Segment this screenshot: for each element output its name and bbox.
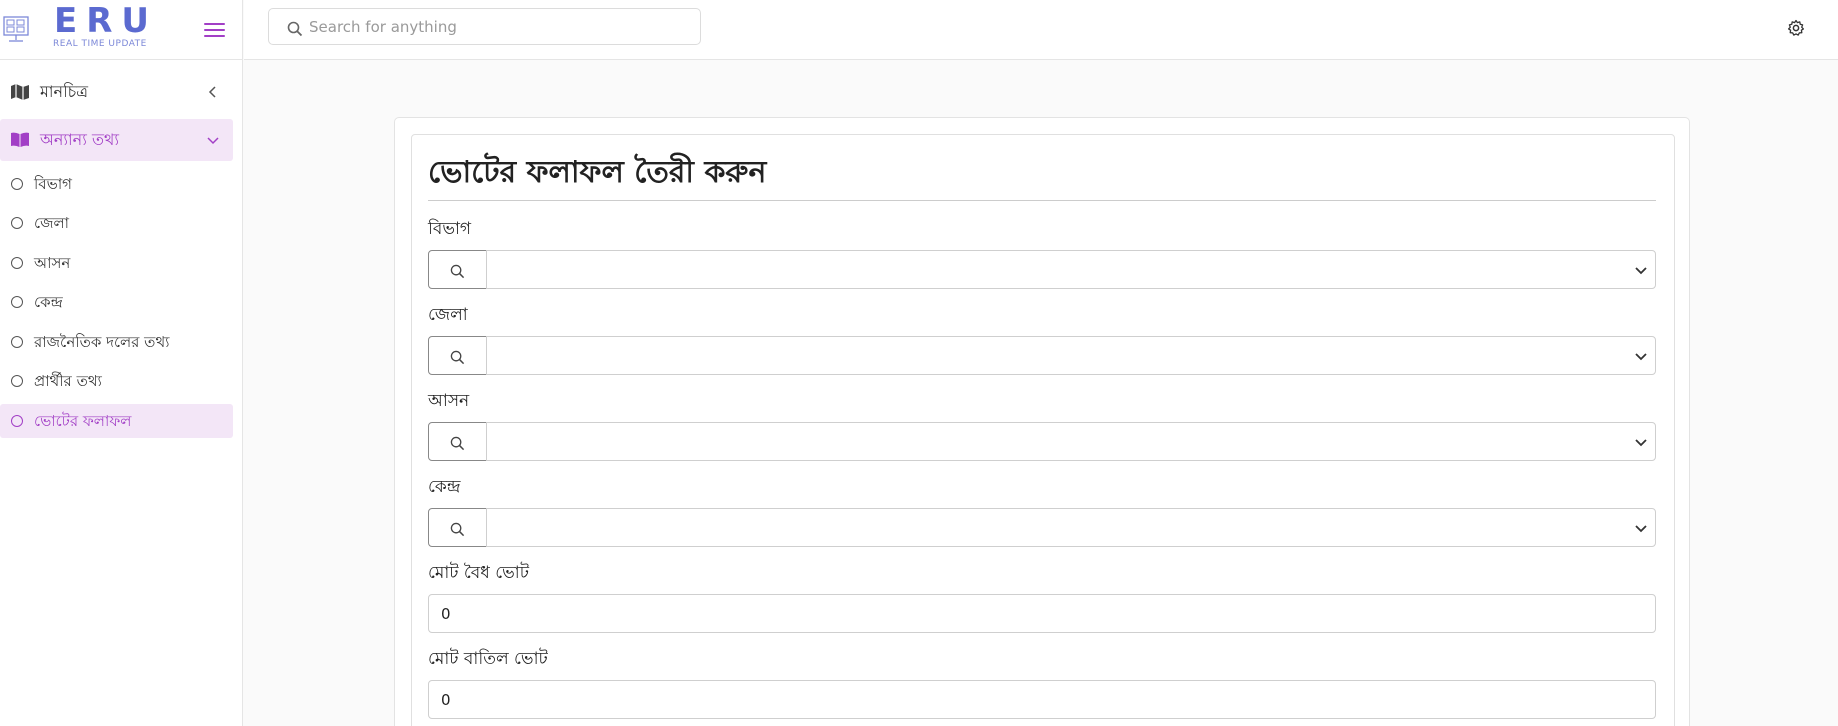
sidebar-subitem-vote-result[interactable]: ভোটের ফলাফল [0,404,233,438]
gear-icon[interactable] [1787,19,1805,37]
circle-icon [11,415,23,427]
sidebar-subitem-label: রাজনৈতিক দলের তথ্য [34,333,170,351]
chevron-down-icon [1635,353,1647,361]
center-label: কেন্দ্র [428,477,461,497]
sidebar-subitem-candidate-info[interactable]: প্রার্থীর তথ্য [0,364,233,398]
valid-votes-input[interactable] [428,594,1656,633]
sidebar-subitem-seat[interactable]: আসন [0,246,233,280]
chevron-down-icon [1635,525,1647,533]
circle-icon [11,257,23,269]
circle-icon [11,375,23,387]
search-input[interactable] [309,15,689,39]
sidebar-subitem-label: জেলা [34,214,70,232]
seat-select[interactable] [486,422,1656,461]
title-divider [428,200,1656,201]
chevron-down-icon [1635,267,1647,275]
menu-toggle-icon[interactable] [204,23,225,39]
chevron-down-icon [1635,439,1647,447]
sidebar: ERU REAL TIME UPDATE মানচিত্র অন্যান্য ত… [0,0,243,726]
sidebar-subitem-division[interactable]: বিভাগ [0,167,233,201]
center-select-group [428,508,1656,547]
global-search [268,8,701,45]
sidebar-item-map[interactable]: মানচিত্র [0,71,233,113]
district-label: জেলা [428,305,468,325]
division-select-group [428,250,1656,289]
sidebar-item-label: মানচিত্র [40,81,89,101]
center-search-button[interactable] [428,508,487,547]
sidebar-item-other-info[interactable]: অন্যান্য তথ্য [0,119,233,161]
sidebar-subitem-label: কেন্দ্র [34,293,63,311]
search-icon [450,350,465,365]
circle-icon [11,217,23,229]
chevron-left-icon [208,86,216,98]
seat-search-button[interactable] [428,422,487,461]
sidebar-item-label: অন্যান্য তথ্য [40,129,119,149]
brand-subtitle: REAL TIME UPDATE [53,39,147,49]
center-select[interactable] [486,508,1656,547]
seat-select-group [428,422,1656,461]
brand: ERU REAL TIME UPDATE [0,0,242,60]
invalid-votes-input[interactable] [428,680,1656,719]
page-title: ভোটের ফলাফল তৈরী করুন [428,155,767,190]
sidebar-subitem-label: প্রার্থীর তথ্য [34,372,102,390]
chevron-down-icon [207,137,219,145]
division-label: বিভাগ [428,219,472,239]
valid-votes-label: মোট বৈধ ভোট [428,563,529,583]
logo-icon [3,16,29,42]
district-search-button[interactable] [428,336,487,375]
division-search-button[interactable] [428,250,487,289]
map-icon [11,84,29,100]
search-icon [450,436,465,451]
sidebar-subitem-party-info[interactable]: রাজনৈতিক দলের তথ্য [0,325,233,359]
sidebar-subitem-label: বিভাগ [34,175,72,193]
brand-title: ERU [54,1,159,41]
search-icon [450,522,465,537]
sidebar-subitem-label: আসন [34,254,71,272]
circle-icon [11,296,23,308]
district-select-group [428,336,1656,375]
district-select[interactable] [486,336,1656,375]
seat-label: আসন [428,391,470,411]
invalid-votes-label: মোট বাতিল ভোট [428,649,548,669]
circle-icon [11,178,23,190]
circle-icon [11,336,23,348]
book-open-icon [11,132,29,147]
sidebar-subitem-center[interactable]: কেন্দ্র [0,285,233,319]
sidebar-subitem-district[interactable]: জেলা [0,206,233,240]
search-icon [287,21,303,37]
division-select[interactable] [486,250,1656,289]
top-bar [244,0,1838,60]
sidebar-subitem-label: ভোটের ফলাফল [34,412,132,430]
search-icon [450,264,465,279]
